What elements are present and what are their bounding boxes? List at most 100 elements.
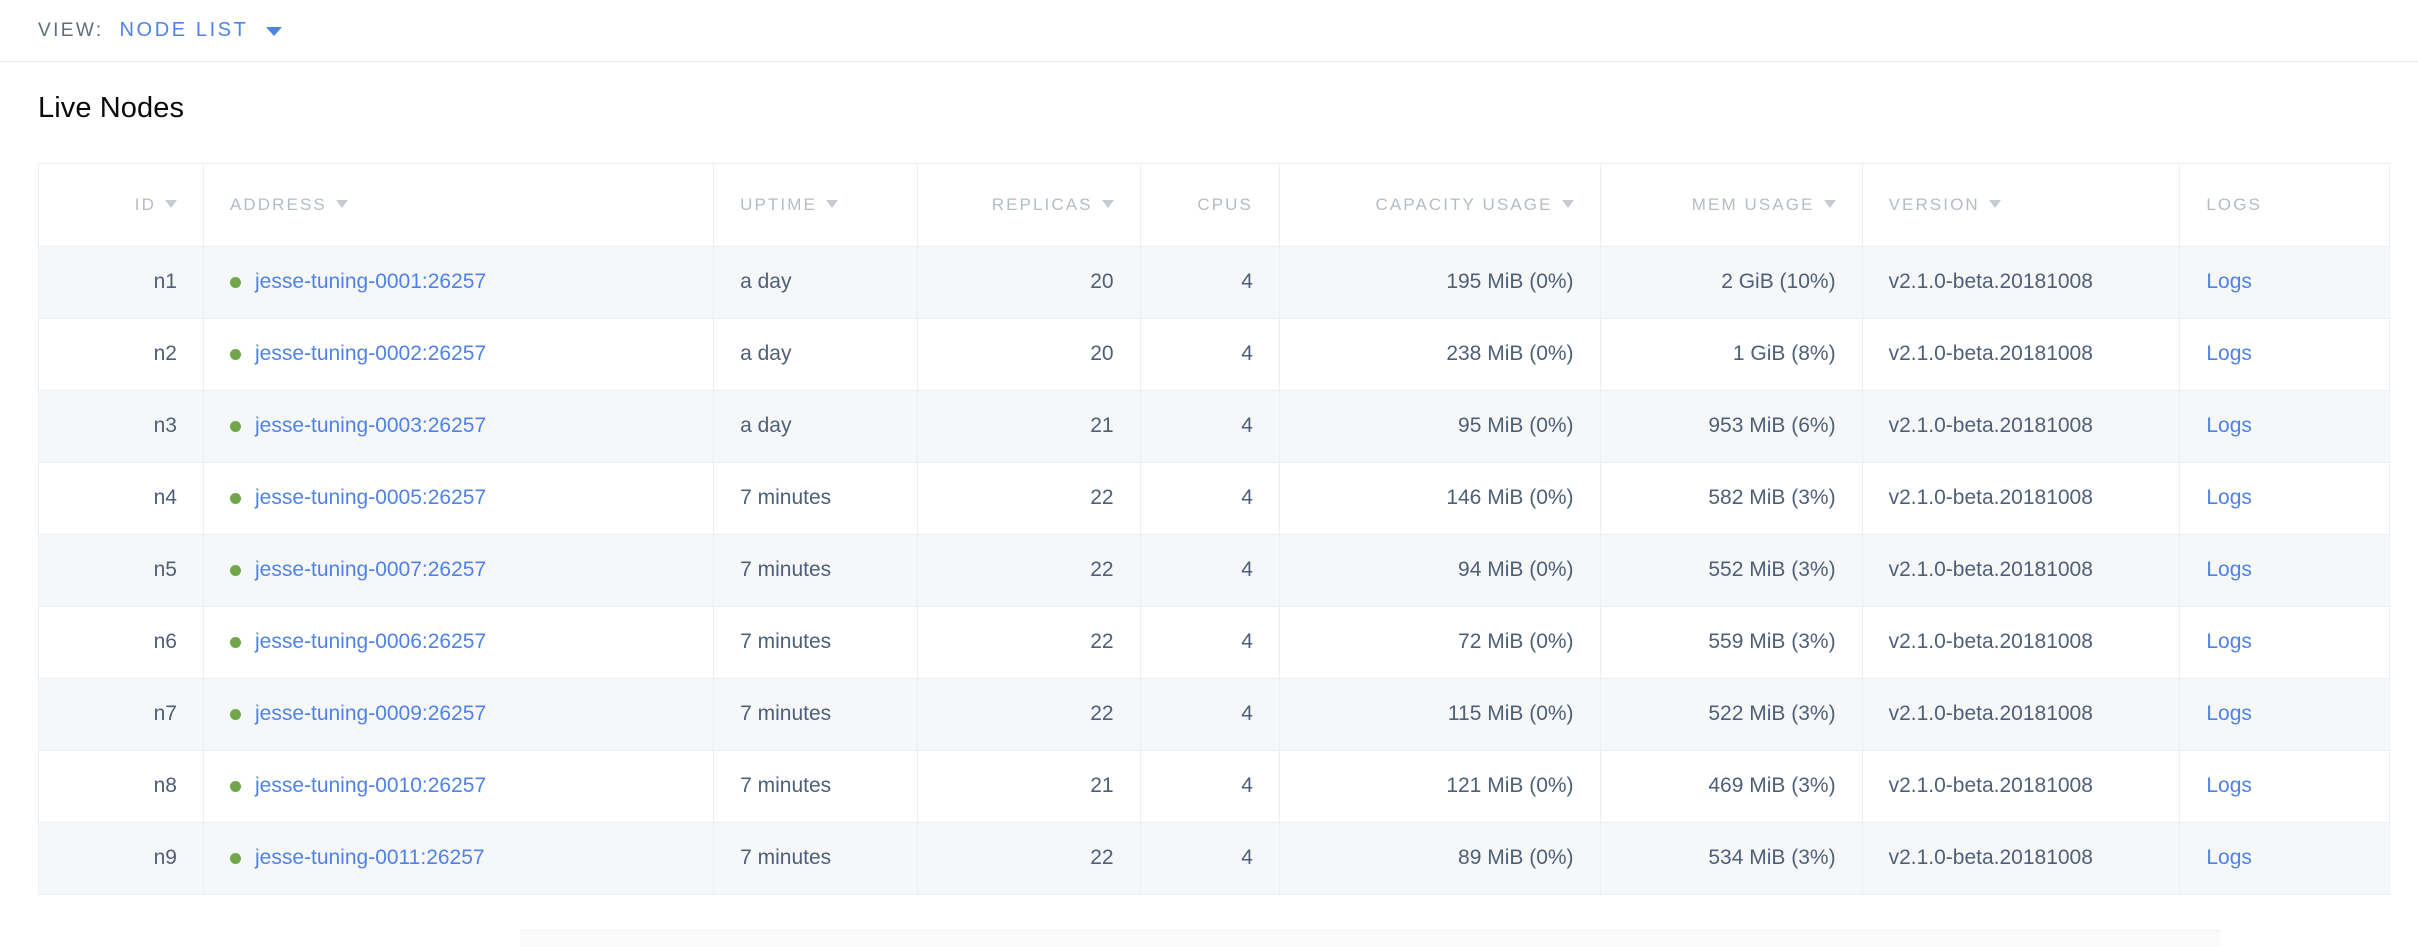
node-address-link[interactable]: jesse-tuning-0001:26257 xyxy=(255,270,486,294)
table-row: n2 jesse-tuning-0002:26257 a day 20 4 238 MiB… xyxy=(39,318,2389,391)
logs-link[interactable]: Logs xyxy=(2206,774,2252,797)
node-replicas-cell: 22 xyxy=(917,678,1141,751)
column-header-capacity[interactable]: CAPACITY USAGE xyxy=(1279,164,1601,247)
node-mem-cell: 1 GiB (8%) xyxy=(1600,318,1863,391)
node-capacity-cell: 146 MiB (0%) xyxy=(1279,462,1601,535)
node-replicas-cell: 21 xyxy=(917,750,1141,823)
node-id-cell: n1 xyxy=(39,246,204,319)
status-dot-icon xyxy=(229,348,241,360)
node-logs-cell: Logs xyxy=(2179,318,2389,391)
node-capacity-cell: 89 MiB (0%) xyxy=(1279,822,1601,895)
node-logs-cell: Logs xyxy=(2179,390,2389,463)
node-cpus-cell: 4 xyxy=(1140,318,1280,391)
live-nodes-table-container: ID ADDRESS UPTIME REPLICAS CPUS CAPACITY USAG… xyxy=(38,163,2390,895)
address-wrapper: jesse-tuning-0001:26257 xyxy=(229,270,687,294)
logs-link[interactable]: Logs xyxy=(2206,702,2252,725)
table-row: n4 jesse-tuning-0005:26257 7 minutes 22 4 146… xyxy=(39,462,2389,535)
node-id-cell: n5 xyxy=(39,534,204,607)
column-header-label: LOGS xyxy=(2206,194,2262,214)
node-cpus-cell: 4 xyxy=(1140,246,1280,319)
table-header-row: ID ADDRESS UPTIME REPLICAS CPUS CAPACITY USAG… xyxy=(39,164,2389,247)
column-header-replicas[interactable]: REPLICAS xyxy=(917,164,1141,247)
live-nodes-table: ID ADDRESS UPTIME REPLICAS CPUS CAPACITY USAG… xyxy=(39,164,2389,895)
column-header-uptime[interactable]: UPTIME xyxy=(713,164,918,247)
node-version-cell: v2.1.0-beta.20181008 xyxy=(1862,390,2181,463)
node-address-link[interactable]: jesse-tuning-0011:26257 xyxy=(255,846,485,870)
status-dot-icon xyxy=(229,420,241,432)
view-dropdown[interactable]: NODE LIST xyxy=(120,19,283,42)
view-selector-bar: VIEW: NODE LIST xyxy=(0,0,2418,62)
node-version-cell: v2.1.0-beta.20181008 xyxy=(1862,246,2181,319)
logs-link[interactable]: Logs xyxy=(2206,414,2252,437)
node-uptime-cell: 7 minutes xyxy=(713,750,918,823)
node-address-link[interactable]: jesse-tuning-0005:26257 xyxy=(255,486,486,510)
content-bottom-edge xyxy=(520,930,2220,947)
node-capacity-cell: 72 MiB (0%) xyxy=(1279,606,1601,679)
view-dropdown-value: NODE LIST xyxy=(119,19,249,41)
table-row: n1 jesse-tuning-0001:26257 a day 20 4 195 MiB… xyxy=(39,246,2389,319)
node-address-link[interactable]: jesse-tuning-0006:26257 xyxy=(255,630,486,654)
table-header: ID ADDRESS UPTIME REPLICAS CPUS CAPACITY USAG… xyxy=(39,164,2389,247)
node-uptime-cell: 7 minutes xyxy=(713,822,918,895)
sort-caret-icon xyxy=(825,199,838,208)
node-address-link[interactable]: jesse-tuning-0007:26257 xyxy=(255,558,486,582)
node-address-cell: jesse-tuning-0003:26257 xyxy=(203,390,715,463)
sort-caret-icon xyxy=(1988,199,2001,208)
table-row: n9 jesse-tuning-0011:26257 7 minutes 22 4 89 … xyxy=(39,822,2389,895)
status-dot-icon xyxy=(229,708,241,720)
node-replicas-cell: 20 xyxy=(917,246,1141,319)
node-replicas-cell: 21 xyxy=(917,390,1141,463)
node-address-link[interactable]: jesse-tuning-0010:26257 xyxy=(255,774,486,798)
logs-link[interactable]: Logs xyxy=(2206,486,2252,509)
address-wrapper: jesse-tuning-0011:26257 xyxy=(229,846,687,870)
table-row: n3 jesse-tuning-0003:26257 a day 21 4 95 MiB … xyxy=(39,390,2389,463)
node-capacity-cell: 238 MiB (0%) xyxy=(1279,318,1601,391)
logs-link[interactable]: Logs xyxy=(2206,630,2252,653)
column-header-label: UPTIME xyxy=(740,194,817,214)
column-header-version[interactable]: VERSION xyxy=(1862,164,2181,247)
node-address-cell: jesse-tuning-0007:26257 xyxy=(203,534,715,607)
node-uptime-cell: 7 minutes xyxy=(713,606,918,679)
node-cpus-cell: 4 xyxy=(1140,750,1280,823)
column-header-label: VERSION xyxy=(1888,194,1980,214)
logs-link[interactable]: Logs xyxy=(2206,270,2252,293)
node-mem-cell: 559 MiB (3%) xyxy=(1600,606,1863,679)
node-capacity-cell: 121 MiB (0%) xyxy=(1279,750,1601,823)
column-header-id[interactable]: ID xyxy=(39,164,204,247)
chevron-down-icon xyxy=(266,27,283,36)
address-wrapper: jesse-tuning-0002:26257 xyxy=(229,342,687,366)
address-wrapper: jesse-tuning-0005:26257 xyxy=(229,486,687,510)
node-id-cell: n9 xyxy=(39,822,204,895)
page-title: Live Nodes xyxy=(38,92,185,124)
table-row: n8 jesse-tuning-0010:26257 7 minutes 21 4 121… xyxy=(39,750,2389,823)
node-address-link[interactable]: jesse-tuning-0009:26257 xyxy=(255,702,486,726)
node-mem-cell: 582 MiB (3%) xyxy=(1600,462,1863,535)
column-header-mem[interactable]: MEM USAGE xyxy=(1600,164,1863,247)
table-row: n7 jesse-tuning-0009:26257 7 minutes 22 4 115… xyxy=(39,678,2389,751)
status-dot-icon xyxy=(229,852,241,864)
column-header-address[interactable]: ADDRESS xyxy=(203,164,715,247)
column-header-label: MEM USAGE xyxy=(1691,194,1815,214)
node-version-cell: v2.1.0-beta.20181008 xyxy=(1862,318,2181,391)
node-capacity-cell: 195 MiB (0%) xyxy=(1279,246,1601,319)
sort-caret-icon xyxy=(1101,199,1114,208)
logs-link[interactable]: Logs xyxy=(2206,846,2252,869)
node-id-cell: n6 xyxy=(39,606,204,679)
address-wrapper: jesse-tuning-0006:26257 xyxy=(229,630,687,654)
node-cpus-cell: 4 xyxy=(1140,606,1280,679)
node-capacity-cell: 115 MiB (0%) xyxy=(1279,678,1601,751)
logs-link[interactable]: Logs xyxy=(2206,342,2252,365)
column-header-cpus: CPUS xyxy=(1140,164,1280,247)
node-version-cell: v2.1.0-beta.20181008 xyxy=(1862,534,2181,607)
node-address-link[interactable]: jesse-tuning-0002:26257 xyxy=(255,342,486,366)
column-header-label: ID xyxy=(134,194,156,214)
table-row: n6 jesse-tuning-0006:26257 7 minutes 22 4 72 … xyxy=(39,606,2389,679)
node-address-link[interactable]: jesse-tuning-0003:26257 xyxy=(255,414,486,438)
node-uptime-cell: a day xyxy=(713,318,918,391)
logs-link[interactable]: Logs xyxy=(2206,558,2252,581)
node-address-cell: jesse-tuning-0011:26257 xyxy=(203,822,715,895)
node-cpus-cell: 4 xyxy=(1140,462,1280,535)
node-version-cell: v2.1.0-beta.20181008 xyxy=(1862,678,2181,751)
node-version-cell: v2.1.0-beta.20181008 xyxy=(1862,750,2181,823)
node-logs-cell: Logs xyxy=(2179,606,2389,679)
